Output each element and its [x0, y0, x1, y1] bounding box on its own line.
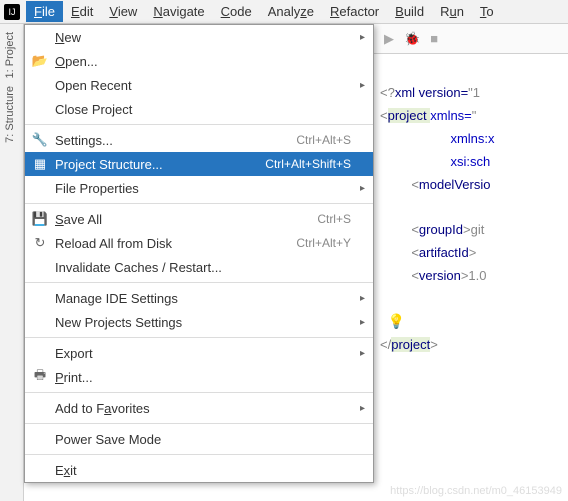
code-editor[interactable]: <?xml version="1 <project xmlns=" xmlns:…	[380, 60, 568, 357]
menu-ide-settings[interactable]: Manage IDE Settings	[25, 286, 373, 310]
reload-icon: ↻	[31, 235, 49, 251]
app-logo: IJ	[4, 4, 20, 20]
menu-analyze[interactable]: Analyze	[260, 1, 322, 22]
wrench-icon: 🔧	[31, 132, 49, 148]
menu-tools[interactable]: To	[472, 1, 502, 22]
menu-close-project[interactable]: Close Project	[25, 97, 373, 121]
menu-file[interactable]: File	[26, 1, 63, 22]
menu-project-structure[interactable]: ▦Project Structure...Ctrl+Alt+Shift+S	[25, 152, 373, 176]
run-icon[interactable]: ▶	[384, 31, 394, 47]
menu-reload[interactable]: ↻Reload All from DiskCtrl+Alt+Y	[25, 231, 373, 255]
print-icon: 🖶	[31, 366, 49, 388]
menu-export[interactable]: Export	[25, 341, 373, 365]
sidebar: 1: Project 7: Structure	[0, 24, 24, 501]
file-menu-dropdown: New 📂Open... Open Recent Close Project 🔧…	[24, 24, 374, 483]
menu-power-save[interactable]: Power Save Mode	[25, 427, 373, 451]
menu-invalidate[interactable]: Invalidate Caches / Restart...	[25, 255, 373, 279]
bulb-icon[interactable]: 💡	[388, 313, 405, 329]
folder-icon: 📂	[31, 53, 49, 69]
menubar: IJ File Edit View Navigate Code Analyze …	[0, 0, 568, 24]
menu-view[interactable]: View	[101, 1, 145, 22]
menu-navigate[interactable]: Navigate	[145, 1, 212, 22]
menu-exit[interactable]: Exit	[25, 458, 373, 482]
menu-code[interactable]: Code	[213, 1, 260, 22]
menu-edit[interactable]: Edit	[63, 1, 101, 22]
stop-icon[interactable]: ■	[430, 31, 438, 46]
menu-settings[interactable]: 🔧Settings...Ctrl+Alt+S	[25, 128, 373, 152]
watermark: https://blog.csdn.net/m0_46153949	[390, 485, 562, 497]
debug-icon[interactable]: 🐞	[404, 31, 420, 47]
menu-build[interactable]: Build	[387, 1, 432, 22]
structure-icon: ▦	[31, 156, 49, 172]
menu-new-projects[interactable]: New Projects Settings	[25, 310, 373, 334]
menu-refactor[interactable]: Refactor	[322, 1, 387, 22]
sidebar-project[interactable]: 1: Project	[4, 32, 16, 78]
menu-run[interactable]: Run	[432, 1, 472, 22]
menu-save-all[interactable]: 💾Save AllCtrl+S	[25, 207, 373, 231]
menu-new[interactable]: New	[25, 25, 373, 49]
menu-open-recent[interactable]: Open Recent	[25, 73, 373, 97]
menu-open[interactable]: 📂Open...	[25, 49, 373, 73]
save-icon: 💾	[31, 211, 49, 227]
sidebar-structure[interactable]: 7: Structure	[4, 86, 16, 143]
menu-file-properties[interactable]: File Properties	[25, 176, 373, 200]
menu-favorites[interactable]: Add to Favorites	[25, 396, 373, 420]
menu-print[interactable]: 🖶Print...	[25, 365, 373, 389]
editor-toolbar: ▶ 🐞 ■	[374, 24, 568, 54]
